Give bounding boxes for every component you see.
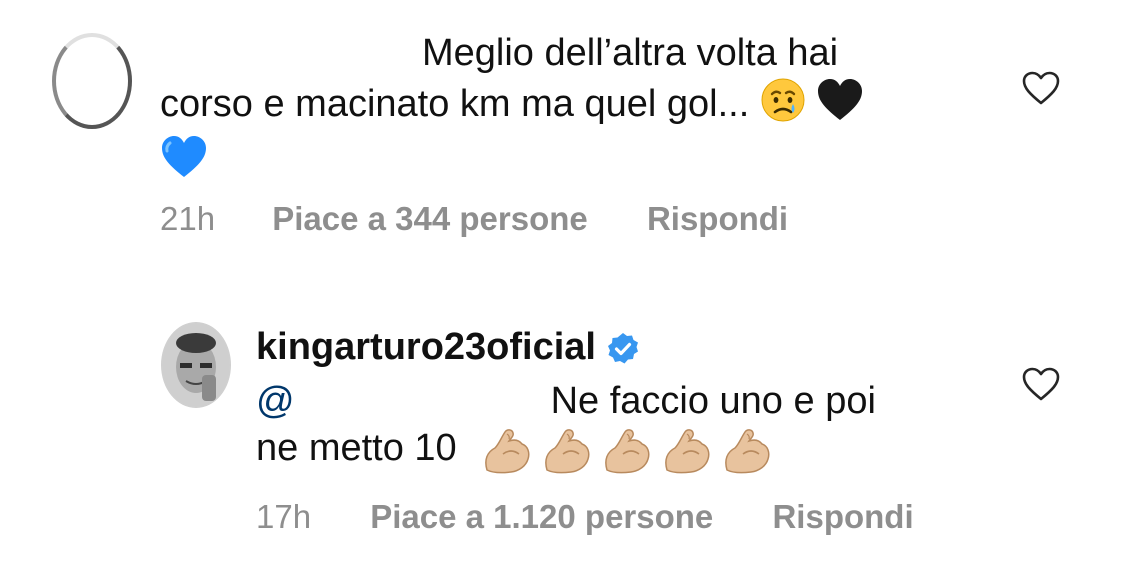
flexed-biceps-emoji <box>485 429 530 474</box>
likes-count-link[interactable]: Piace a 1.120 persone <box>370 498 713 536</box>
comment-time: 17h <box>256 498 312 535</box>
flexed-biceps-emoji <box>725 429 770 474</box>
comment-meta: 17h Piace a 1.120 persone Rispondi <box>256 498 914 536</box>
verified-badge-icon <box>606 332 640 366</box>
username-text[interactable]: kingarturo23oficial <box>256 326 596 368</box>
reply-button[interactable]: Rispondi <box>772 498 913 536</box>
comment-text-line1: Ne faccio uno e poi <box>550 380 876 422</box>
comment-username[interactable]: kingarturo23oficial <box>256 326 640 369</box>
comment-text: @ Ne faccio uno e poi ne metto 10 <box>256 378 956 474</box>
flexed-biceps-emoji <box>665 429 710 474</box>
flexed-biceps-emojis <box>467 427 773 474</box>
like-heart-icon[interactable] <box>1021 366 1061 402</box>
comment-text-line2: ne metto 10 <box>256 427 457 469</box>
flexed-biceps-emoji <box>545 429 590 474</box>
flexed-biceps-emoji <box>605 429 650 474</box>
avatar[interactable] <box>161 322 231 408</box>
mention-link[interactable]: @ <box>256 380 295 422</box>
comment-item: kingarturo23oficial @ Ne faccio uno e poi… <box>0 0 1125 574</box>
